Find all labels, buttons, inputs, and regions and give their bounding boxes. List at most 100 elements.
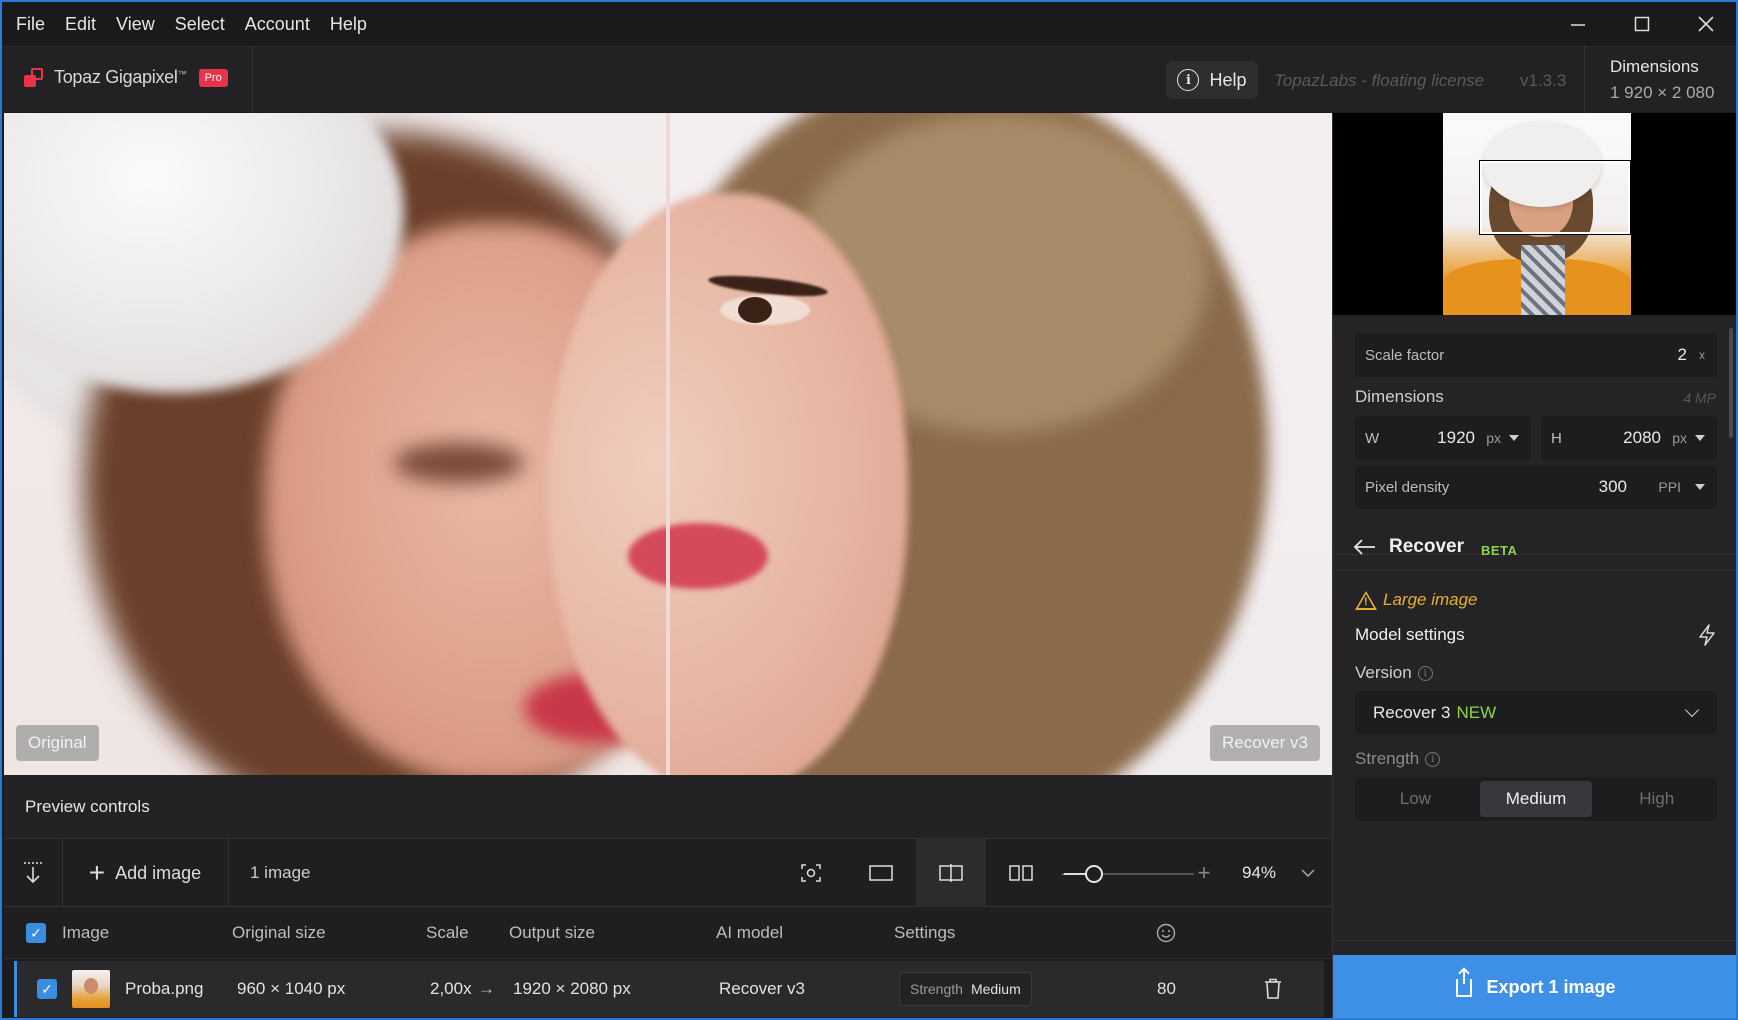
maximize-icon[interactable]	[1610, 2, 1674, 46]
chevron-down-icon[interactable]	[1296, 839, 1320, 907]
image-count: 1 image	[250, 863, 311, 882]
add-image-label: Add image	[115, 862, 202, 883]
col-settings[interactable]: Settings	[894, 907, 955, 959]
single-view-icon[interactable]	[846, 839, 916, 907]
menu-account[interactable]: Account	[237, 14, 318, 35]
zoom-in-icon[interactable]: +	[1194, 839, 1214, 907]
caret-down-icon	[1509, 435, 1519, 441]
compare-divider[interactable]	[666, 113, 670, 775]
menu-select[interactable]: Select	[167, 14, 233, 35]
app-header: Topaz Gigapixel ™ Pro i Help TopazLabs - …	[2, 46, 1736, 113]
megapixels: 4 MP	[1683, 390, 1716, 406]
settings-panel: Scale factor 2 x Dimensions 4 MP W 1920 …	[1332, 113, 1736, 1018]
info-icon[interactable]: i	[1417, 666, 1433, 682]
col-original-size[interactable]: Original size	[232, 907, 326, 959]
navigator-viewport[interactable]	[1479, 160, 1631, 235]
height-field[interactable]: H 2080 px	[1541, 416, 1717, 460]
enhanced-preview	[548, 113, 1332, 775]
caret-down-icon	[1695, 484, 1705, 490]
table-header: ✓ Image Original size Scale Output size …	[4, 907, 1332, 959]
model-title: Recover	[1389, 536, 1464, 557]
table-row[interactable]: ✓ Proba.png 960 × 1040 px 2,00x → 1920 ×…	[14, 961, 1324, 1017]
add-image-button[interactable]: + Add image	[80, 839, 210, 907]
import-icon[interactable]	[4, 839, 62, 907]
warning-icon: !	[1355, 590, 1377, 610]
col-image[interactable]: Image	[62, 907, 109, 959]
model-label: Recover v3	[1210, 725, 1320, 761]
trademark-mark: ™	[177, 68, 187, 79]
info-icon[interactable]: i	[1425, 752, 1441, 768]
header-divider	[252, 47, 253, 113]
original-label: Original	[16, 725, 99, 761]
close-icon[interactable]	[1674, 2, 1736, 46]
height-value: 2080	[1623, 428, 1661, 447]
new-badge: NEW	[1456, 703, 1497, 722]
pixel-density-value: 300	[1598, 477, 1627, 496]
dimensions-section-label: Dimensions	[1355, 387, 1444, 406]
quality-score: 80	[1157, 979, 1176, 998]
strength-low[interactable]: Low	[1359, 781, 1472, 817]
dimensions-value: 1 920 × 2 080	[1610, 83, 1715, 102]
col-ai-model[interactable]: AI model	[716, 907, 783, 959]
minimize-icon[interactable]	[1546, 2, 1610, 46]
plus-icon: +	[88, 857, 106, 888]
col-output-size[interactable]: Output size	[509, 907, 595, 959]
file-name: Proba.png	[125, 979, 204, 998]
scale-value: 2,00x	[430, 979, 472, 998]
app-name: Topaz Gigapixel	[54, 67, 178, 87]
dimensions-label: Dimensions	[1610, 57, 1699, 76]
panel-scrollbar[interactable]	[1729, 328, 1733, 438]
menu-view[interactable]: View	[108, 14, 163, 35]
scale-factor-label: Scale factor	[1365, 346, 1445, 364]
pixel-density-unit: PPI	[1658, 479, 1681, 495]
menu-bar: File Edit View Select Account Help	[2, 2, 1736, 46]
strength-label-row: Strength i	[1355, 749, 1441, 769]
scale-factor-field[interactable]: Scale factor 2 x	[1355, 333, 1717, 377]
back-arrow-icon[interactable]	[1353, 537, 1377, 562]
select-all-checkbox[interactable]: ✓	[26, 907, 46, 959]
navigator-preview[interactable]	[1333, 113, 1736, 315]
width-field[interactable]: W 1920 px	[1355, 416, 1531, 460]
strength-label: Strength	[1355, 749, 1420, 768]
col-scale[interactable]: Scale	[426, 907, 469, 959]
screenshot-icon[interactable]	[776, 839, 846, 907]
license-text: TopazLabs - floating license	[1274, 71, 1485, 90]
strength-segmented-control: Low Medium High	[1355, 777, 1717, 821]
pixel-density-field[interactable]: Pixel density 300 PPI	[1355, 465, 1717, 509]
width-value: 1920	[1437, 428, 1475, 447]
large-image-warning: ! Large image	[1355, 590, 1478, 610]
export-button[interactable]: Export 1 image	[1333, 955, 1736, 1018]
side-by-side-icon[interactable]	[986, 839, 1056, 907]
zoom-level: 94%	[1241, 863, 1277, 882]
version-label-row: Version i	[1355, 663, 1433, 683]
height-label: H	[1551, 429, 1562, 447]
split-view-icon[interactable]	[916, 839, 986, 907]
preview-controls-title[interactable]: Preview controls	[4, 775, 1332, 839]
help-button[interactable]: i Help	[1166, 61, 1258, 99]
menu-help[interactable]: Help	[322, 14, 375, 35]
help-label: Help	[1209, 69, 1247, 90]
version-label: Version	[1355, 663, 1412, 682]
pixel-density-label: Pixel density	[1365, 478, 1450, 496]
pro-badge: Pro	[198, 68, 228, 87]
width-unit: px	[1486, 430, 1501, 446]
info-icon: i	[1177, 69, 1200, 91]
row-checkbox[interactable]: ✓	[37, 961, 57, 1017]
menu-file[interactable]: File	[8, 14, 53, 35]
image-preview[interactable]: Original Recover v3	[4, 113, 1332, 775]
zoom-slider-knob[interactable]	[1085, 865, 1103, 883]
menu-edit[interactable]: Edit	[57, 14, 104, 35]
ai-model: Recover v3	[719, 979, 805, 998]
lightning-icon[interactable]	[1698, 624, 1716, 651]
smiley-icon	[1156, 907, 1176, 959]
output-size: 1920 × 2080 px	[513, 979, 631, 998]
header-divider	[1584, 47, 1585, 113]
strength-high[interactable]: High	[1600, 781, 1713, 817]
trash-icon[interactable]	[1263, 961, 1283, 1017]
strength-medium[interactable]: Medium	[1479, 781, 1593, 817]
image-thumbnail	[72, 961, 110, 1017]
export-icon	[1456, 969, 1473, 997]
scale-factor-unit: x	[1699, 348, 1705, 362]
original-size: 960 × 1040 px	[237, 979, 346, 998]
version-select[interactable]: Recover 3 NEW	[1355, 691, 1717, 735]
